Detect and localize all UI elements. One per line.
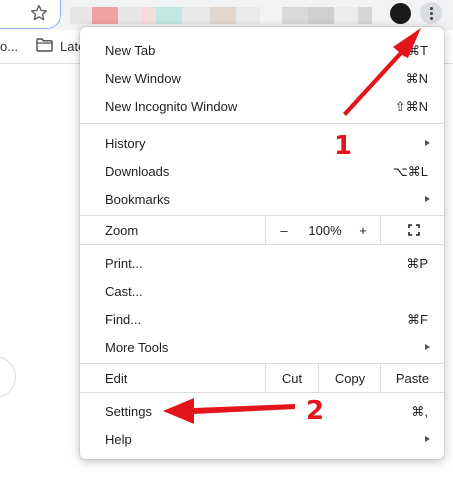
menu-item-label: Print... bbox=[105, 256, 143, 271]
menu-item-label: Cast... bbox=[105, 284, 143, 299]
shortcut-label: ⌘T bbox=[407, 43, 428, 58]
zoom-divider bbox=[265, 216, 266, 244]
shortcut-label: ⌘P bbox=[406, 256, 428, 271]
fullscreen-icon[interactable] bbox=[408, 224, 420, 236]
extension-icon[interactable] bbox=[92, 7, 118, 24]
menu-item-label: New Window bbox=[105, 71, 181, 86]
profile-avatar[interactable] bbox=[390, 3, 411, 24]
extensions-strip bbox=[70, 7, 372, 24]
menu-item-more-tools[interactable]: More Tools bbox=[80, 333, 444, 361]
submenu-arrow-icon bbox=[425, 196, 430, 202]
menu-divider bbox=[80, 123, 444, 124]
menu-item-help[interactable]: Help bbox=[80, 425, 444, 453]
extension-icon[interactable] bbox=[260, 7, 282, 24]
annotation-step-2: 2 bbox=[306, 396, 325, 426]
star-icon[interactable] bbox=[29, 3, 49, 23]
menu-item-label: New Incognito Window bbox=[105, 99, 238, 114]
extension-icon[interactable] bbox=[210, 7, 236, 24]
folder-icon bbox=[36, 38, 53, 52]
shortcut-label: ⌘, bbox=[411, 404, 428, 419]
menu-divider bbox=[80, 244, 444, 245]
zoom-divider bbox=[380, 216, 381, 244]
copy-button[interactable]: Copy bbox=[319, 371, 381, 386]
zoom-out-button[interactable]: – bbox=[270, 223, 298, 238]
cut-button[interactable]: Cut bbox=[266, 371, 318, 386]
extension-icon[interactable] bbox=[282, 7, 308, 24]
menu-item-label: Settings bbox=[105, 404, 152, 419]
kebab-menu-icon[interactable] bbox=[420, 2, 442, 24]
extension-icon[interactable] bbox=[142, 7, 156, 24]
menu-item-label: History bbox=[105, 136, 146, 151]
zoom-in-button[interactable]: + bbox=[350, 223, 376, 238]
extension-icon[interactable] bbox=[334, 7, 358, 24]
annotation-step-1: 1 bbox=[334, 131, 353, 161]
menu-item-label: Find... bbox=[105, 312, 142, 327]
extension-icon[interactable] bbox=[308, 7, 334, 24]
menu-item-new-tab[interactable]: New Tab ⌘T bbox=[80, 36, 444, 64]
menu-item-bookmarks[interactable]: Bookmarks bbox=[80, 185, 444, 213]
paste-button[interactable]: Paste bbox=[381, 371, 444, 386]
menu-item-print[interactable]: Print... ⌘P bbox=[80, 249, 444, 277]
extension-icon[interactable] bbox=[70, 7, 92, 24]
menu-row-zoom: Zoom bbox=[80, 216, 444, 244]
chrome-menu: New Tab ⌘T New Window ⌘N New Incognito W… bbox=[80, 27, 444, 459]
extension-icon[interactable] bbox=[236, 7, 260, 24]
submenu-arrow-icon bbox=[425, 140, 430, 146]
menu-divider bbox=[80, 392, 444, 393]
zoom-level-value: 100% bbox=[308, 223, 342, 238]
bookmark-item-partial[interactable]: o... bbox=[0, 39, 18, 54]
shortcut-label: ⌥⌘L bbox=[392, 164, 428, 179]
menu-item-label: Bookmarks bbox=[105, 192, 171, 207]
menu-item-downloads[interactable]: Downloads ⌥⌘L bbox=[80, 157, 444, 185]
shortcut-label: ⌘N bbox=[405, 71, 428, 86]
menu-item-label: New Tab bbox=[105, 43, 156, 58]
shortcut-label: ⌘F bbox=[407, 312, 428, 327]
menu-item-label: More Tools bbox=[105, 340, 169, 355]
edit-label: Edit bbox=[105, 371, 128, 386]
menu-item-cast[interactable]: Cast... bbox=[80, 277, 444, 305]
extension-icon[interactable] bbox=[156, 7, 182, 24]
submenu-arrow-icon bbox=[425, 436, 430, 442]
browser-toolbar bbox=[0, 0, 453, 30]
menu-item-find[interactable]: Find... ⌘F bbox=[80, 305, 444, 333]
menu-item-label: Downloads bbox=[105, 164, 170, 179]
extension-icon[interactable] bbox=[182, 7, 210, 24]
menu-item-new-window[interactable]: New Window ⌘N bbox=[80, 64, 444, 92]
extension-icon[interactable] bbox=[118, 7, 142, 24]
screen: o... Late New Tab ⌘T New Window ⌘N New I… bbox=[0, 0, 453, 497]
shortcut-label: ⇧⌘N bbox=[394, 99, 428, 114]
menu-item-history[interactable]: History bbox=[80, 129, 444, 157]
extension-icon[interactable] bbox=[358, 7, 372, 24]
page-circle-button[interactable] bbox=[0, 356, 16, 398]
menu-item-settings[interactable]: Settings ⌘, bbox=[80, 397, 444, 425]
zoom-label: Zoom bbox=[105, 223, 139, 238]
menu-item-label: Help bbox=[105, 432, 132, 447]
submenu-arrow-icon bbox=[425, 344, 430, 350]
menu-item-new-incognito-window[interactable]: New Incognito Window ⇧⌘N bbox=[80, 92, 444, 120]
